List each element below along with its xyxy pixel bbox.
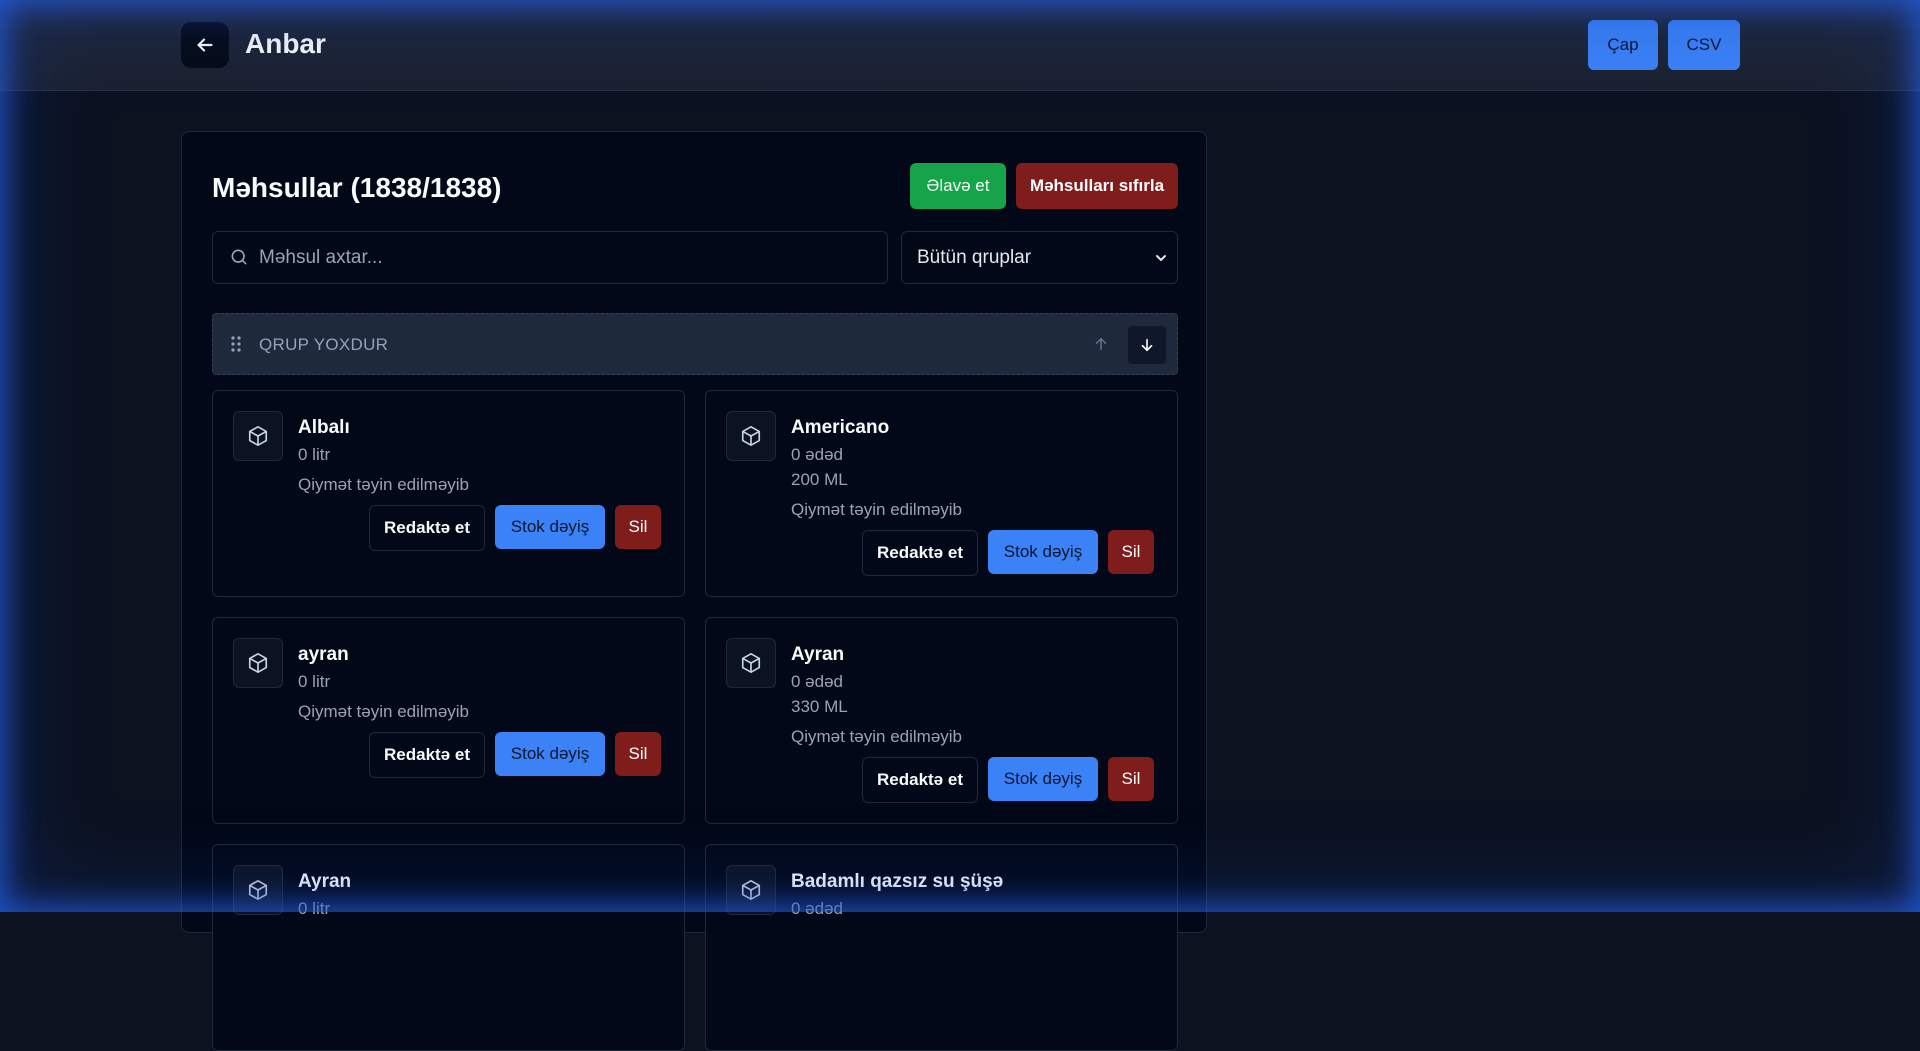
move-group-down-button[interactable] — [1127, 325, 1167, 365]
group-header[interactable]: QRUP YOXDUR — [212, 313, 1178, 375]
page-title: Anbar — [245, 28, 326, 59]
product-name: Americano — [791, 417, 890, 438]
product-price: Qiymət təyin edilməyib — [298, 702, 470, 721]
product-quantity: 0 litr — [298, 899, 331, 918]
product-price: Qiymət təyin edilməyib — [791, 500, 963, 519]
arrow-down-icon — [1141, 338, 1153, 352]
product-name: Ayran — [298, 871, 352, 892]
group-name: QRUP YOXDUR — [259, 335, 389, 354]
package-icon-box — [726, 638, 776, 688]
product-name: Badamlı qazsız su şüşə — [791, 871, 1004, 892]
csv-export-button[interactable]: CSV — [1668, 20, 1740, 70]
add-product-button[interactable]: Əlavə et — [910, 163, 1006, 209]
product-volume: 330 ML — [791, 697, 848, 716]
delete-button[interactable]: Sil — [615, 732, 661, 776]
package-icon-box — [726, 411, 776, 461]
package-icon — [741, 653, 761, 673]
top-bar: Anbar Çap CSV — [0, 0, 1920, 91]
search-icon — [231, 249, 247, 265]
back-button[interactable] — [181, 22, 229, 68]
product-quantity: 0 ədəd — [791, 672, 843, 691]
product-name: ayran — [298, 644, 349, 665]
change-stock-button[interactable]: Stok dəyiş — [495, 505, 605, 549]
product-name: Ayran — [791, 644, 845, 665]
move-group-up-button[interactable] — [1085, 328, 1117, 360]
package-icon — [741, 426, 761, 446]
product-volume: 200 ML — [791, 470, 848, 489]
edit-button[interactable]: Redaktə et — [369, 732, 485, 778]
product-quantity: 0 ədəd — [791, 445, 843, 464]
package-icon-box — [233, 865, 283, 915]
product-search[interactable] — [212, 231, 888, 284]
reset-products-button[interactable]: Məhsulları sıfırla — [1016, 163, 1178, 209]
product-card: Ayran 0 ədəd 330 ML Qiymət təyin edilməy… — [705, 617, 1178, 824]
search-input[interactable] — [257, 232, 871, 283]
product-quantity: 0 litr — [298, 445, 331, 464]
print-button[interactable]: Çap — [1588, 20, 1658, 70]
products-title: Məhsullar (1838/1838) — [212, 172, 502, 203]
change-stock-button[interactable]: Stok dəyiş — [988, 530, 1098, 574]
edit-button[interactable]: Redaktə et — [369, 505, 485, 551]
package-icon — [248, 653, 268, 673]
product-price: Qiymət təyin edilməyib — [791, 727, 963, 746]
group-filter-select[interactable]: Bütün qruplar — [901, 231, 1178, 284]
chevron-down-icon — [1156, 255, 1166, 261]
package-icon-box — [233, 411, 283, 461]
change-stock-button[interactable]: Stok dəyiş — [495, 732, 605, 776]
package-icon-box — [233, 638, 283, 688]
package-icon — [248, 880, 268, 900]
product-card: Americano 0 ədəd 200 ML Qiymət təyin edi… — [705, 390, 1178, 597]
edit-button[interactable]: Redaktə et — [862, 757, 978, 803]
product-quantity: 0 ədəd — [791, 899, 843, 918]
product-quantity: 0 litr — [298, 672, 331, 691]
product-card: Badamlı qazsız su şüşə 0 ədəd — [705, 844, 1178, 1051]
delete-button[interactable]: Sil — [1108, 757, 1154, 801]
product-card: Albalı 0 litr Qiymət təyin edilməyib Red… — [212, 390, 685, 597]
package-icon — [248, 426, 268, 446]
delete-button[interactable]: Sil — [615, 505, 661, 549]
delete-button[interactable]: Sil — [1108, 530, 1154, 574]
drag-handle-icon[interactable] — [231, 336, 241, 352]
products-panel: Məhsullar (1838/1838) Əlavə et Məhsullar… — [181, 131, 1207, 1051]
arrow-left-icon — [197, 38, 213, 52]
package-icon — [741, 880, 761, 900]
arrow-up-icon — [1095, 338, 1107, 350]
change-stock-button[interactable]: Stok dəyiş — [988, 757, 1098, 801]
edit-button[interactable]: Redaktə et — [862, 530, 978, 576]
package-icon-box — [726, 865, 776, 915]
group-filter-value: Bütün qruplar — [917, 247, 1032, 268]
product-card: Ayran 0 litr — [212, 844, 685, 1051]
product-card: ayran 0 litr Qiymət təyin edilməyib Reda… — [212, 617, 685, 824]
product-name: Albalı — [298, 417, 350, 438]
product-price: Qiymət təyin edilməyib — [298, 475, 470, 494]
